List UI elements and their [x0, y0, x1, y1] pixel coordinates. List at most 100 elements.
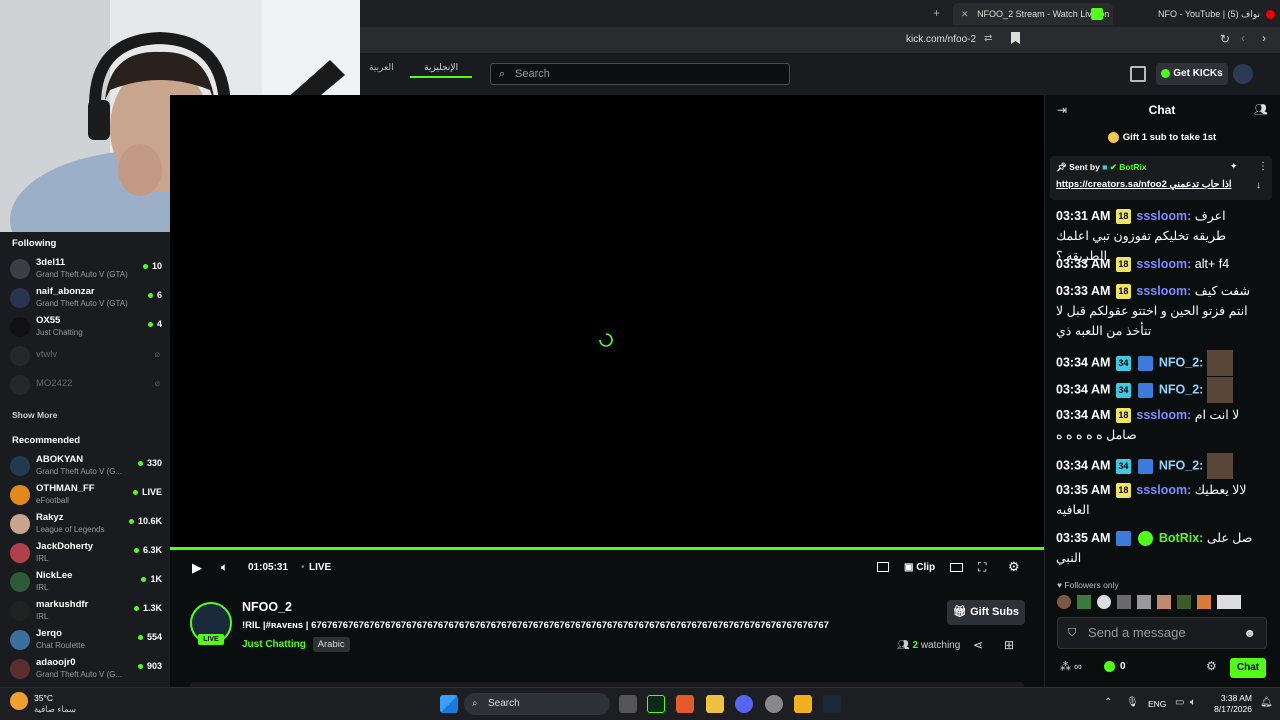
play-icon[interactable]: ▶ [192, 560, 202, 576]
expand-pinned-icon[interactable]: ↓ [1256, 180, 1261, 191]
pinned-user[interactable]: BotRix [1119, 162, 1146, 172]
new-tab-icon[interactable]: + [933, 6, 940, 20]
lang-tab-arabic[interactable]: العربية [355, 58, 408, 76]
volume-icon[interactable]: 🔈︎ [221, 560, 228, 575]
clock-time[interactable]: 3:38 AM [1218, 693, 1252, 703]
network-icon[interactable]: ▭ [1175, 697, 1184, 708]
tab-youtube[interactable]: NFO - YouTube | نواف (5) [1150, 3, 1275, 25]
url-text[interactable]: kick.com/nfoo-2 [906, 34, 976, 45]
send-chat-button[interactable]: Chat [1230, 658, 1266, 678]
sidebar-channel-ox55[interactable]: OX55 Just Chatting 4 [10, 314, 162, 340]
chat-users-icon[interactable]: 👥︎ [1254, 103, 1268, 116]
sidebar-channel-3del11[interactable]: 3del11 Grand Theft Auto V (GTA) 10 [10, 256, 162, 282]
gift-banner[interactable]: Gift 1 sub to take 1st [1044, 128, 1280, 148]
app-icon[interactable] [647, 695, 665, 713]
video-player[interactable] [170, 95, 1044, 548]
emote-image[interactable] [1217, 595, 1241, 609]
clip-button[interactable]: ▣ Clip [904, 562, 935, 573]
taskbar-search[interactable]: ⌕ Search [464, 693, 610, 715]
sidebar-channel-adaoojr0[interactable]: adaoojr0 Grand Theft Auto V (G... 903 [10, 656, 162, 682]
user-avatar[interactable] [1233, 64, 1253, 84]
live-label[interactable]: LIVE [309, 562, 331, 573]
language-tag[interactable]: Arabic [312, 637, 350, 652]
input-language[interactable]: ENG [1148, 699, 1166, 709]
sidebar-channel-naif-abonzar[interactable]: naif_abonzar Grand Theft Auto V (GTA) 6 [10, 285, 162, 311]
show-more-link[interactable]: Show More [12, 410, 57, 420]
close-tab-icon[interactable]: ✕ [961, 9, 969, 19]
more-options-icon[interactable]: ⊞ [1004, 638, 1014, 652]
app-icon[interactable] [765, 695, 783, 713]
chat-message-input[interactable]: ⛉ Send a message ☻ [1057, 617, 1267, 649]
emoji-picker-icon[interactable]: ☻ [1243, 618, 1256, 648]
reload-icon[interactable]: ↻ [1220, 32, 1230, 46]
emote-image[interactable] [1177, 595, 1191, 609]
channel-category: League of Legends [36, 525, 105, 534]
microphone-icon[interactable]: 🎙︎ [1126, 697, 1139, 708]
windows-start-icon[interactable] [440, 695, 458, 713]
sidebar-channel-jackdoherty[interactable]: JackDoherty IRL 6.3K [10, 540, 162, 566]
speaker-icon[interactable]: 🔈︎ [1190, 697, 1196, 708]
message-username[interactable]: sssloom [1136, 284, 1187, 298]
chevron-up-icon[interactable]: ⌃ [1104, 697, 1112, 708]
sidebar-channel-nicklee[interactable]: NickLee IRL 1K [10, 569, 162, 595]
fullscreen-icon[interactable]: ⛶ [978, 560, 986, 575]
weather-sun-icon[interactable] [10, 692, 28, 710]
pinned-menu-icon[interactable]: ⋮ [1258, 161, 1268, 172]
share-icon[interactable]: ⋖ [973, 638, 983, 652]
rewards-icon[interactable] [1130, 66, 1146, 82]
miniplayer-icon[interactable] [877, 562, 889, 572]
message-username[interactable]: sssloom [1136, 257, 1187, 271]
sidebar-channel-vtwlv[interactable]: vtwlv ⌀ [10, 343, 162, 369]
emote-image[interactable] [1057, 595, 1071, 609]
pinned-link[interactable]: https://creators.sa/nfoo2 اذا حاب تدعمني [1056, 179, 1232, 190]
settings-gear-icon[interactable]: ⚙ [1206, 659, 1217, 673]
emote-image[interactable] [1097, 595, 1111, 609]
app-icon[interactable] [794, 695, 812, 713]
gift-subs-button[interactable]: 🎁︎ Gift Subs [947, 600, 1025, 625]
streamer-name[interactable]: NFOO_2 [242, 600, 292, 614]
channel-points-icon[interactable]: ⁂ ∞ [1060, 660, 1082, 673]
emote-image[interactable] [1077, 595, 1091, 609]
file-explorer-icon[interactable] [706, 695, 724, 713]
tab-kick-stream[interactable]: ✕ NFOO_2 Stream - Watch Live on [953, 3, 1113, 25]
emote-image[interactable] [1157, 595, 1171, 609]
message-username[interactable]: sssloom [1136, 408, 1187, 422]
bookmark-icon[interactable] [1011, 32, 1020, 44]
discord-icon[interactable] [735, 695, 753, 713]
message-username[interactable]: sssloom [1136, 483, 1187, 497]
emote-image[interactable] [1117, 595, 1131, 609]
unpin-icon[interactable]: ✦ [1230, 161, 1238, 172]
clock-date[interactable]: 8/17/2026 [1210, 704, 1252, 714]
message-username[interactable]: NFO_2 [1159, 458, 1199, 472]
sidebar-channel-markushdfr[interactable]: markushdfr IRL 1.3K [10, 598, 162, 624]
progress-bar[interactable] [170, 547, 1044, 550]
chat-settings-icon[interactable]: ⛉ [1068, 618, 1076, 648]
get-kicks-button[interactable]: Get KICKs [1156, 63, 1228, 85]
message-time: 03:34 AM [1056, 408, 1111, 422]
sidebar-channel-abokyan[interactable]: ABOKYAN Grand Theft Auto V (G... 330 [10, 453, 162, 479]
sidebar-channel-othman-ff[interactable]: OTHMAN_FF eFootball LIVE [10, 482, 162, 508]
weather-temp[interactable]: 35°C [34, 693, 53, 703]
message-username[interactable]: BotRix [1159, 531, 1199, 545]
message-username[interactable]: NFO_2 [1159, 355, 1199, 369]
back-icon[interactable]: › [1262, 31, 1266, 45]
lang-tab-english[interactable]: الإنجليزية [410, 58, 473, 78]
notifications-icon[interactable]: 🔔︎ [1260, 697, 1273, 708]
category-link[interactable]: Just Chatting [242, 639, 306, 650]
site-settings-icon[interactable]: ⇄ [984, 33, 992, 44]
emote-image[interactable] [1197, 595, 1211, 609]
sidebar-channel-jerqo[interactable]: Jerqo Chat Roulette 554 [10, 627, 162, 653]
message-username[interactable]: sssloom [1136, 209, 1187, 223]
message-time: 03:34 AM [1056, 382, 1111, 397]
settings-gear-icon[interactable]: ⚙ [1008, 559, 1020, 575]
sidebar-channel-mo2422[interactable]: MO2422 ⌀ [10, 372, 162, 398]
theater-mode-icon[interactable] [950, 563, 963, 572]
sidebar-channel-rakyz[interactable]: Rakyz League of Legends 10.6K [10, 511, 162, 537]
message-username[interactable]: NFO_2 [1159, 382, 1199, 396]
emote-image[interactable] [1137, 595, 1151, 609]
search-input[interactable]: ⌕ Search [490, 63, 790, 85]
steam-icon[interactable] [823, 695, 841, 713]
task-view-icon[interactable] [619, 695, 637, 713]
brave-browser-icon[interactable] [676, 695, 694, 713]
forward-icon[interactable]: ‹ [1241, 31, 1245, 45]
